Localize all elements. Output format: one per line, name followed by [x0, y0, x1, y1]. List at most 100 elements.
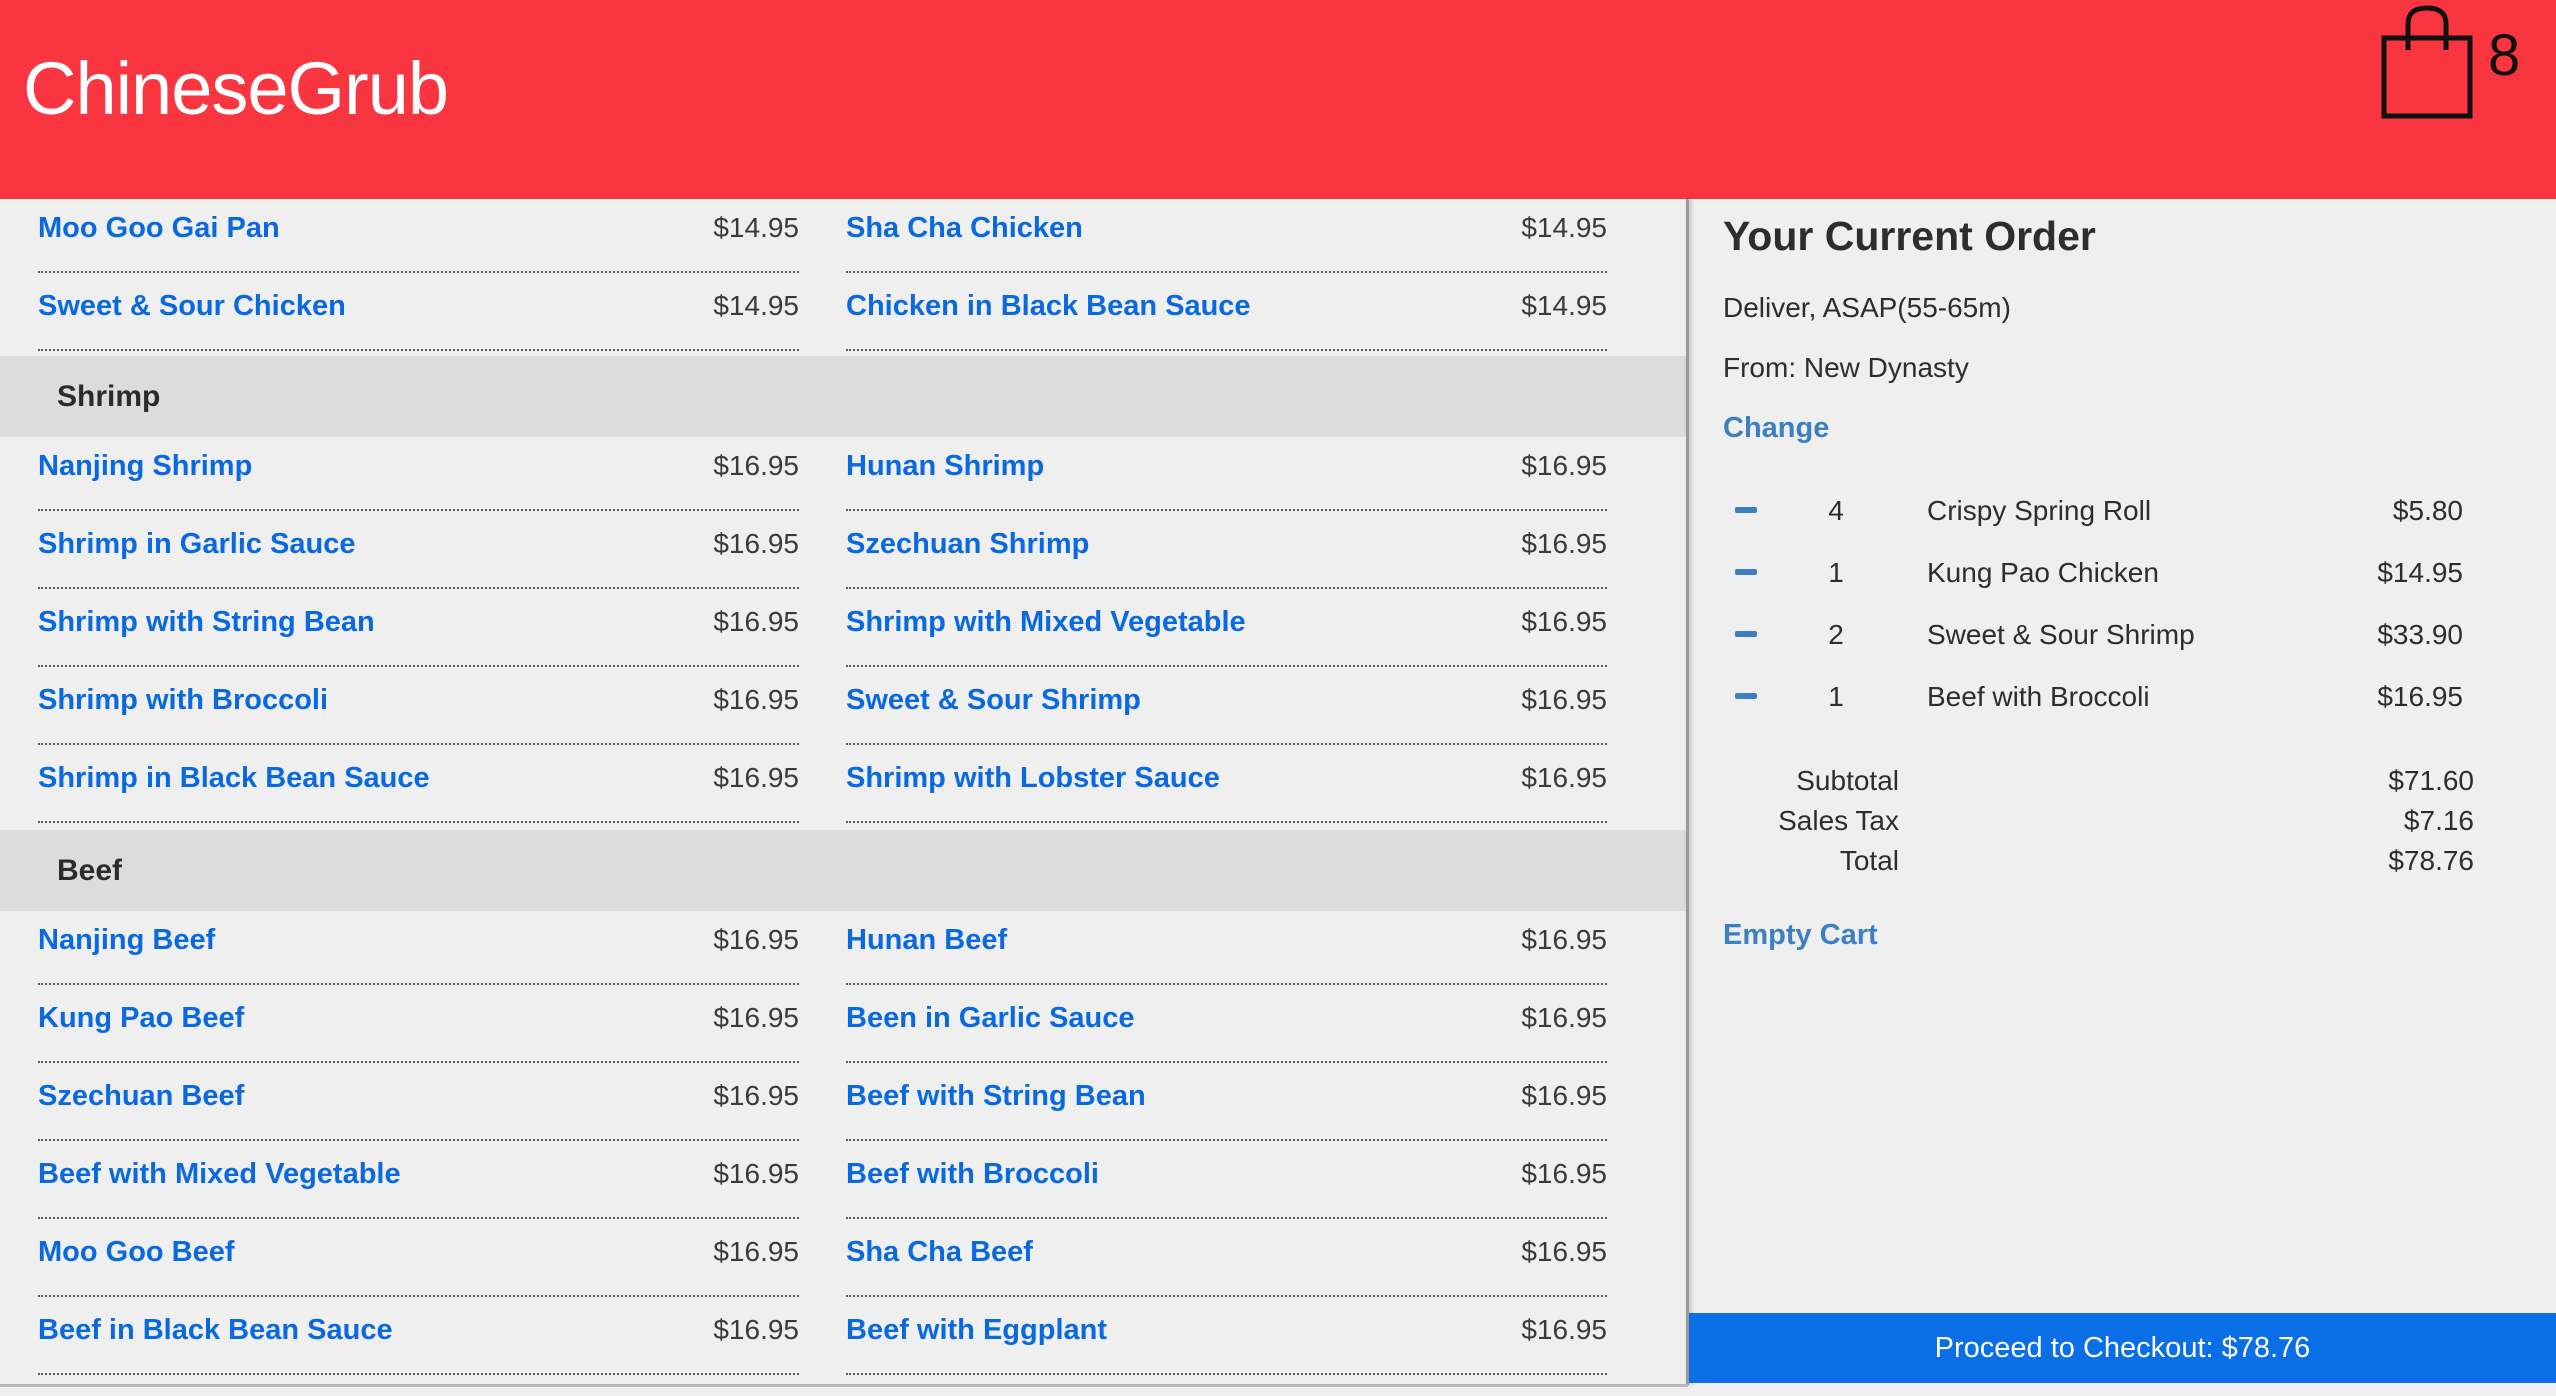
menu-item[interactable]: Sweet & Sour Shrimp $16.95 — [846, 671, 1607, 745]
menu-item-price: $16.95 — [713, 450, 799, 481]
menu-item[interactable]: Been in Garlic Sauce $16.95 — [846, 989, 1607, 1063]
menu-item-name[interactable]: Beef with String Bean — [846, 1080, 1146, 1113]
menu-row: Shrimp in Black Bean Sauce $16.95 Shrimp… — [0, 749, 1686, 827]
menu-item-price: $14.95 — [713, 212, 799, 243]
menu-item[interactable]: Szechuan Beef $16.95 — [38, 1067, 799, 1141]
menu-row: Szechuan Beef $16.95 Beef with String Be… — [0, 1067, 1686, 1145]
category-label: Shrimp — [57, 380, 161, 413]
menu-item-name[interactable]: Shrimp with Lobster Sauce — [846, 762, 1220, 795]
menu-item-name[interactable]: Moo Goo Gai Pan — [38, 212, 280, 245]
menu-item-name[interactable]: Sweet & Sour Shrimp — [846, 684, 1141, 717]
menu-item-name[interactable]: Shrimp in Black Bean Sauce — [38, 762, 430, 795]
menu-item-price: $16.95 — [713, 924, 799, 955]
menu-item-name[interactable]: Chicken in Black Bean Sauce — [846, 290, 1251, 323]
menu-item[interactable]: Moo Goo Gai Pan $14.95 — [38, 199, 799, 273]
menu-item-name[interactable]: Szechuan Shrimp — [846, 528, 1089, 561]
menu-item[interactable]: Sha Cha Chicken $14.95 — [846, 199, 1607, 273]
order-line-qty: 4 — [1828, 495, 1844, 526]
menu-item-price: $16.95 — [713, 606, 799, 637]
menu-item[interactable]: Sweet & Sour Chicken $14.95 — [38, 277, 799, 351]
menu-item[interactable]: Shrimp with Mixed Vegetable $16.95 — [846, 593, 1607, 667]
delivery-info: Deliver, ASAP(55-65m) — [1723, 292, 2011, 323]
menu-item-price: $16.95 — [1521, 684, 1607, 715]
menu-item-price: $16.95 — [713, 1314, 799, 1345]
menu-bottom-border — [0, 1384, 1688, 1387]
menu-item-name[interactable]: Hunan Shrimp — [846, 450, 1044, 483]
menu-item-price: $16.95 — [1521, 1080, 1607, 1111]
menu-item[interactable]: Shrimp with Broccoli $16.95 — [38, 671, 799, 745]
menu-item[interactable]: Nanjing Beef $16.95 — [38, 911, 799, 985]
remove-item-minus-icon[interactable] — [1735, 693, 1757, 699]
remove-item-minus-icon[interactable] — [1735, 507, 1757, 513]
menu-item-name[interactable]: Shrimp with Broccoli — [38, 684, 328, 717]
order-line-name: Sweet & Sour Shrimp — [1927, 619, 2195, 650]
menu-item-name[interactable]: Shrimp in Garlic Sauce — [38, 528, 356, 561]
menu-item[interactable]: Shrimp with Lobster Sauce $16.95 — [846, 749, 1607, 823]
menu-item[interactable]: Hunan Beef $16.95 — [846, 911, 1607, 985]
menu-item-name[interactable]: Moo Goo Beef — [38, 1236, 235, 1269]
menu-item-price: $16.95 — [713, 1002, 799, 1033]
menu-item-name[interactable]: Nanjing Beef — [38, 924, 215, 957]
change-link[interactable]: Change — [1723, 412, 1829, 445]
menu-row: Nanjing Beef $16.95 Hunan Beef $16.95 — [0, 911, 1686, 989]
menu-item-name[interactable]: Shrimp with Mixed Vegetable — [846, 606, 1246, 639]
menu-item-price: $14.95 — [1521, 290, 1607, 321]
menu-row: Shrimp in Garlic Sauce $16.95 Szechuan S… — [0, 515, 1686, 593]
menu-item-price: $16.95 — [1521, 1002, 1607, 1033]
menu-item[interactable]: Hunan Shrimp $16.95 — [846, 437, 1607, 511]
menu-item-price: $16.95 — [1521, 1158, 1607, 1189]
menu-item-name[interactable]: Szechuan Beef — [38, 1080, 244, 1113]
menu-item[interactable]: Beef in Black Bean Sauce $16.95 — [38, 1301, 799, 1375]
subtotal-value: $71.60 — [2388, 765, 2474, 796]
menu-item-name[interactable]: Sweet & Sour Chicken — [38, 290, 346, 323]
menu-item[interactable]: Beef with Mixed Vegetable $16.95 — [38, 1145, 799, 1219]
order-line-price: $14.95 — [2377, 557, 2463, 588]
menu-item-name[interactable]: Nanjing Shrimp — [38, 450, 252, 483]
remove-item-minus-icon[interactable] — [1735, 631, 1757, 637]
remove-item-minus-icon[interactable] — [1735, 569, 1757, 575]
menu-item-price: $16.95 — [1521, 606, 1607, 637]
order-line-qty: 1 — [1828, 557, 1844, 588]
menu-item-price: $14.95 — [713, 290, 799, 321]
menu-item-name[interactable]: Sha Cha Chicken — [846, 212, 1083, 245]
cart-count-badge[interactable]: 8 — [2488, 22, 2520, 89]
menu-item-name[interactable]: Shrimp with String Bean — [38, 606, 375, 639]
menu-item[interactable]: Chicken in Black Bean Sauce $14.95 — [846, 277, 1607, 351]
menu-item-name[interactable]: Beef with Broccoli — [846, 1158, 1099, 1191]
menu-item[interactable]: Shrimp in Garlic Sauce $16.95 — [38, 515, 799, 589]
menu-item[interactable]: Beef with Eggplant $16.95 — [846, 1301, 1607, 1375]
shopping-bag-icon[interactable] — [2378, 4, 2476, 120]
menu-item[interactable]: Szechuan Shrimp $16.95 — [846, 515, 1607, 589]
menu-item-price: $16.95 — [713, 528, 799, 559]
menu-item-name[interactable]: Been in Garlic Sauce — [846, 1002, 1135, 1035]
checkout-button[interactable]: Proceed to Checkout: $78.76 — [1689, 1313, 2556, 1383]
menu-item[interactable]: Shrimp with String Bean $16.95 — [38, 593, 799, 667]
menu-item[interactable]: Sha Cha Beef $16.95 — [846, 1223, 1607, 1297]
menu-item-name[interactable]: Kung Pao Beef — [38, 1002, 244, 1035]
menu-item[interactable]: Beef with String Bean $16.95 — [846, 1067, 1607, 1141]
menu-item-name[interactable]: Beef in Black Bean Sauce — [38, 1314, 393, 1347]
sales-tax-label: Sales Tax — [1778, 805, 1899, 836]
menu-item-price: $16.95 — [1521, 1236, 1607, 1267]
menu-row: Kung Pao Beef $16.95 Been in Garlic Sauc… — [0, 989, 1686, 1067]
menu-list: Moo Goo Gai Pan $14.95 Sha Cha Chicken $… — [0, 199, 1686, 1385]
menu-item-price: $14.95 — [1521, 212, 1607, 243]
menu-item-price: $16.95 — [713, 1158, 799, 1189]
subtotal-label: Subtotal — [1796, 765, 1899, 796]
menu-item-name[interactable]: Beef with Mixed Vegetable — [38, 1158, 401, 1191]
menu-item[interactable]: Kung Pao Beef $16.95 — [38, 989, 799, 1063]
menu-item-price: $16.95 — [713, 684, 799, 715]
menu-item[interactable]: Nanjing Shrimp $16.95 — [38, 437, 799, 511]
brand-logo[interactable]: ChineseGrub — [23, 46, 449, 131]
order-line-name: Crispy Spring Roll — [1927, 495, 2152, 526]
menu-item[interactable]: Shrimp in Black Bean Sauce $16.95 — [38, 749, 799, 823]
empty-cart-link[interactable]: Empty Cart — [1723, 919, 1878, 952]
menu-item-name[interactable]: Hunan Beef — [846, 924, 1007, 957]
menu-item-price: $16.95 — [713, 1236, 799, 1267]
menu-item-name[interactable]: Beef with Eggplant — [846, 1314, 1107, 1347]
total-label: Total — [1839, 845, 1899, 876]
menu-item-name[interactable]: Sha Cha Beef — [846, 1236, 1033, 1269]
order-line-item: 2 Sweet & Sour Shrimp $33.90 — [1689, 611, 2556, 661]
menu-item[interactable]: Moo Goo Beef $16.95 — [38, 1223, 799, 1297]
menu-item[interactable]: Beef with Broccoli $16.95 — [846, 1145, 1607, 1219]
